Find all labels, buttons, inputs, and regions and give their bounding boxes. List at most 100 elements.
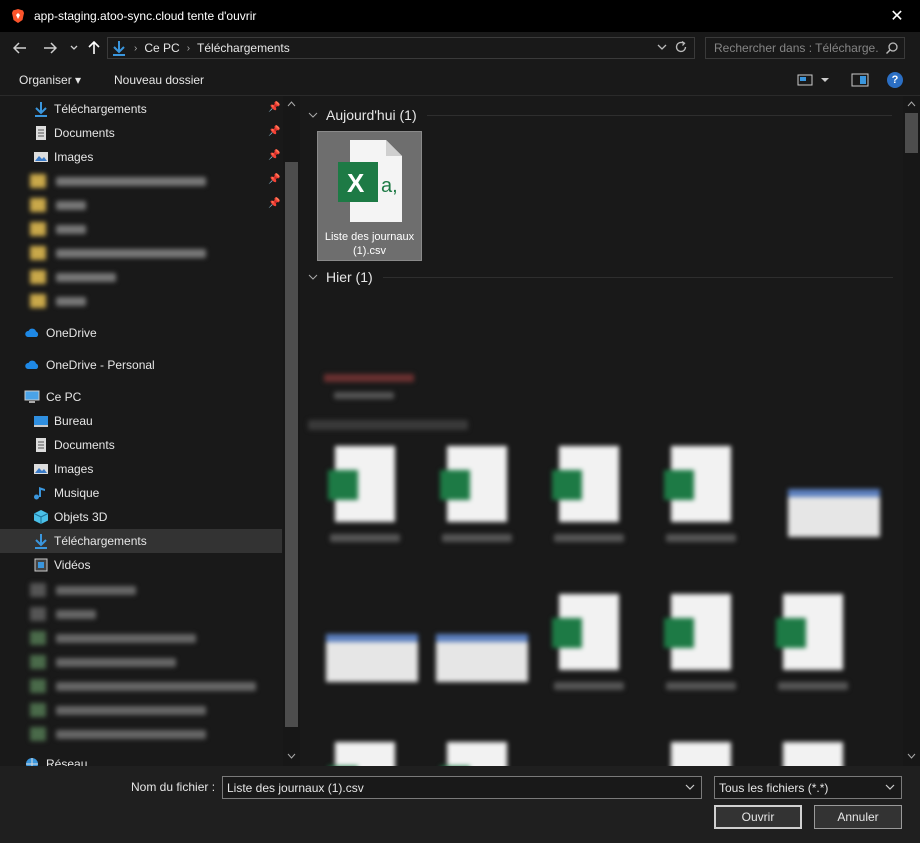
chevron-down-icon[interactable] — [287, 753, 296, 759]
sidebar-item-onedrive[interactable]: OneDrive — [0, 321, 282, 345]
arrow-right-icon — [44, 42, 57, 54]
blurred-screenshot[interactable] — [326, 634, 418, 682]
sidebar-item-label: OneDrive - Personal — [46, 358, 155, 372]
blurred-file[interactable] — [432, 742, 522, 766]
sidebar-item-label: Objets 3D — [54, 510, 108, 524]
group-label: Hier (1) — [326, 269, 373, 285]
blurred-drive[interactable] — [30, 655, 176, 669]
chevron-down-icon[interactable] — [820, 76, 830, 84]
blurred-file[interactable] — [768, 594, 858, 704]
filename-label: Nom du fichier : — [131, 780, 216, 794]
sidebar-item-quick-downloads[interactable]: Téléchargements 📌 — [0, 97, 282, 121]
blurred-screenshot[interactable] — [788, 489, 880, 537]
filename-combobox[interactable] — [222, 776, 702, 799]
scrollbar-thumb[interactable] — [285, 162, 298, 727]
blurred-file[interactable] — [320, 446, 410, 556]
address-bar[interactable]: › Ce PC › Téléchargements — [107, 37, 695, 59]
blurred-folder[interactable] — [30, 294, 86, 308]
chevron-down-icon — [70, 45, 78, 50]
blurred-group-header[interactable] — [308, 420, 468, 430]
blurred-file[interactable] — [656, 742, 746, 766]
brave-browser-icon — [12, 9, 24, 23]
back-button[interactable] — [10, 38, 30, 58]
breadcrumb-downloads[interactable]: Téléchargements — [197, 41, 290, 55]
sidebar-item-documents[interactable]: Documents — [0, 433, 282, 457]
sidebar-item-desktop[interactable]: Bureau — [0, 409, 282, 433]
blurred-file[interactable] — [432, 446, 522, 556]
sidebar-scrollbar[interactable] — [283, 96, 300, 766]
sidebar-item-3d-objects[interactable]: Objets 3D — [0, 505, 282, 529]
sidebar-item-music[interactable]: Musique — [0, 481, 282, 505]
sidebar-item-quick-images[interactable]: Images 📌 — [0, 145, 282, 169]
sidebar-item-label: Bureau — [54, 414, 93, 428]
blurred-drive[interactable] — [30, 583, 136, 597]
chevron-down-icon[interactable] — [656, 41, 668, 53]
blurred-drive[interactable] — [30, 607, 96, 621]
organize-menu-button[interactable]: Organiser ▾ — [19, 73, 81, 87]
cloud-icon — [25, 328, 39, 337]
group-divider — [426, 114, 892, 116]
blurred-folder[interactable] — [30, 198, 86, 212]
close-button[interactable]: ✕ — [874, 0, 920, 32]
new-folder-button[interactable]: Nouveau dossier — [114, 73, 204, 87]
cancel-button[interactable]: Annuler — [814, 805, 902, 829]
blurred-file[interactable] — [656, 446, 746, 556]
blurred-drive[interactable] — [30, 703, 206, 717]
blurred-file[interactable] — [656, 594, 746, 704]
up-button[interactable] — [84, 38, 104, 58]
blurred-drive[interactable] — [30, 631, 196, 645]
sidebar-item-quick-documents[interactable]: Documents 📌 — [0, 121, 282, 145]
sidebar-item-images[interactable]: Images — [0, 457, 282, 481]
sidebar-item-this-pc[interactable]: Ce PC — [0, 385, 282, 409]
sidebar-item-label: Musique — [54, 486, 100, 500]
blurred-file[interactable] — [544, 446, 634, 556]
blurred-file[interactable] — [768, 742, 858, 766]
filename-input[interactable] — [223, 780, 673, 795]
blurred-folder[interactable] — [30, 174, 206, 188]
arrow-left-icon — [13, 42, 26, 54]
chevron-up-icon[interactable] — [287, 101, 296, 107]
filetype-select[interactable]: Tous les fichiers (*.*) — [714, 776, 902, 799]
refresh-icon[interactable] — [674, 40, 688, 54]
sidebar-item-onedrive-personal[interactable]: OneDrive - Personal — [0, 353, 282, 377]
blurred-drive[interactable] — [30, 727, 206, 741]
blurred-screenshot[interactable] — [436, 634, 528, 682]
open-button[interactable]: Ouvrir — [714, 805, 802, 829]
blurred-file[interactable] — [324, 374, 414, 382]
group-divider — [382, 276, 893, 278]
view-options-icon[interactable] — [797, 72, 813, 88]
group-header-today[interactable]: Aujourd'hui (1) — [308, 107, 892, 123]
chevron-up-icon[interactable] — [907, 101, 916, 107]
sidebar-item-label: Téléchargements — [54, 534, 147, 548]
close-icon: ✕ — [890, 8, 904, 25]
chevron-down-icon — [308, 112, 318, 118]
blurred-file[interactable] — [544, 594, 634, 704]
preview-pane-icon[interactable] — [851, 72, 869, 88]
scrollbar-thumb[interactable] — [905, 113, 918, 153]
blurred-folder[interactable] — [30, 222, 86, 236]
help-icon[interactable]: ? — [887, 72, 903, 88]
videos-icon — [34, 558, 48, 572]
forward-button[interactable] — [40, 38, 60, 58]
blurred-file[interactable] — [320, 742, 410, 766]
blurred-drive[interactable] — [30, 679, 256, 693]
chevron-down-icon[interactable] — [684, 781, 696, 793]
file-item-selected[interactable]: X a, Liste des journaux (1).csv — [317, 131, 422, 261]
chevron-down-icon[interactable] — [907, 753, 916, 759]
recent-locations-button[interactable] — [64, 38, 84, 58]
desktop-icon — [34, 416, 48, 427]
command-toolbar: Organiser ▾ Nouveau dossier ? — [0, 64, 920, 96]
breadcrumb-this-pc[interactable]: Ce PC — [144, 41, 179, 55]
search-input[interactable] — [706, 41, 878, 55]
pin-icon: 📌 — [268, 126, 281, 137]
images-icon — [34, 152, 48, 162]
content-scrollbar[interactable] — [903, 96, 920, 766]
download-icon — [35, 534, 47, 549]
documents-icon — [36, 126, 46, 140]
sidebar-item-videos[interactable]: Vidéos — [0, 553, 282, 577]
group-header-yesterday[interactable]: Hier (1) — [308, 269, 893, 285]
blurred-folder[interactable] — [30, 246, 206, 260]
blurred-folder[interactable] — [30, 270, 116, 284]
sidebar-item-downloads[interactable]: Téléchargements — [0, 529, 282, 553]
search-box[interactable] — [705, 37, 905, 59]
